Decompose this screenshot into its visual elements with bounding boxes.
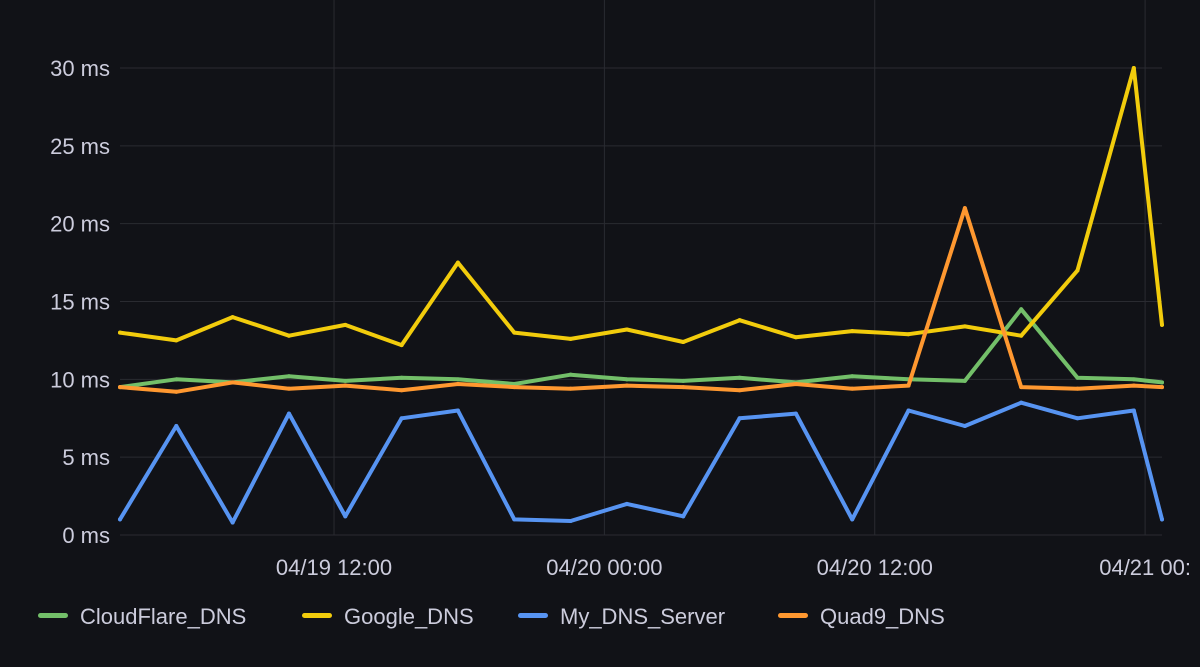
data-point — [286, 333, 291, 338]
data-point — [1075, 386, 1080, 391]
data-point — [512, 330, 517, 335]
data-point — [174, 389, 179, 394]
x-tick-label: 04/20 00:00 — [546, 555, 662, 580]
y-tick-label: 25 ms — [50, 134, 110, 159]
data-point — [1075, 416, 1080, 421]
data-point — [962, 206, 967, 211]
data-point — [118, 385, 122, 390]
data-point — [850, 374, 855, 379]
data-point — [681, 378, 686, 383]
data-point — [286, 374, 291, 379]
x-tick-label: 04/21 00: — [1099, 555, 1191, 580]
y-tick-label: 30 ms — [50, 56, 110, 81]
data-point — [568, 386, 573, 391]
data-point — [399, 416, 404, 421]
data-point — [1131, 66, 1136, 70]
legend-swatch — [518, 613, 548, 618]
legend-swatch — [302, 613, 332, 618]
data-point — [286, 386, 291, 391]
legend-label[interactable]: Google_DNS — [344, 604, 474, 629]
legend-swatch — [38, 613, 68, 618]
time-series-panel: 0 ms 5 ms 10 ms 15 ms 20 ms 25 ms 30 ms 04/19 … — [0, 0, 1200, 662]
dns-latency-chart: 0 ms 5 ms 10 ms 15 ms 20 ms 25 ms 30 ms 04/19 … — [0, 0, 1200, 662]
data-point — [568, 518, 573, 523]
data-point — [399, 388, 404, 393]
y-tick-label: 0 ms — [62, 523, 110, 548]
data-point — [343, 383, 348, 388]
y-tick-label: 15 ms — [50, 290, 110, 315]
data-point — [624, 377, 629, 382]
data-point — [1131, 408, 1136, 413]
data-point — [455, 377, 460, 382]
data-point — [681, 385, 686, 390]
data-point — [624, 501, 629, 506]
data-point — [230, 315, 235, 320]
data-point — [568, 372, 573, 377]
data-point — [118, 517, 122, 522]
data-point — [737, 318, 742, 323]
data-point — [681, 339, 686, 344]
data-point — [512, 517, 517, 522]
data-point — [118, 330, 122, 335]
data-point — [1019, 385, 1024, 390]
data-point — [1019, 333, 1024, 338]
data-point — [737, 375, 742, 380]
data-point — [455, 382, 460, 387]
data-point — [343, 378, 348, 383]
data-point — [962, 424, 967, 429]
data-point — [681, 514, 686, 519]
data-point — [1075, 375, 1080, 380]
data-point — [1075, 268, 1080, 273]
data-point — [286, 411, 291, 416]
data-point — [624, 383, 629, 388]
legend-label[interactable]: CloudFlare_DNS — [80, 604, 246, 629]
data-point — [1019, 400, 1024, 405]
x-tick-label: 04/20 12:00 — [817, 555, 933, 580]
legend-swatch — [778, 613, 808, 618]
data-point — [1160, 380, 1164, 385]
data-point — [1160, 385, 1164, 390]
data-point — [1131, 383, 1136, 388]
data-point — [1019, 307, 1024, 312]
data-point — [399, 343, 404, 348]
data-point — [850, 517, 855, 522]
data-point — [174, 377, 179, 382]
data-point — [1131, 377, 1136, 382]
x-tick-label: 04/19 12:00 — [276, 555, 392, 580]
data-point — [1160, 517, 1164, 522]
data-point — [343, 322, 348, 327]
legend-label[interactable]: Quad9_DNS — [820, 604, 945, 629]
data-point — [568, 336, 573, 341]
data-point — [174, 338, 179, 343]
data-point — [624, 327, 629, 332]
data-point — [962, 378, 967, 383]
data-point — [230, 380, 235, 385]
data-point — [850, 386, 855, 391]
data-point — [455, 260, 460, 265]
data-point — [737, 416, 742, 421]
data-point — [962, 324, 967, 329]
data-point — [1160, 322, 1164, 327]
data-point — [906, 408, 911, 413]
data-point — [455, 408, 460, 413]
data-point — [850, 329, 855, 334]
data-point — [793, 335, 798, 340]
data-point — [230, 520, 235, 525]
data-point — [174, 424, 179, 429]
data-point — [906, 332, 911, 337]
data-point — [793, 382, 798, 387]
legend-label[interactable]: My_DNS_Server — [560, 604, 725, 629]
y-tick-label: 20 ms — [50, 212, 110, 237]
data-point — [793, 411, 798, 416]
data-point — [512, 385, 517, 390]
y-tick-label: 5 ms — [62, 445, 110, 470]
y-tick-label: 10 ms — [50, 367, 110, 392]
data-point — [906, 383, 911, 388]
data-point — [399, 375, 404, 380]
data-point — [737, 388, 742, 393]
data-point — [343, 514, 348, 519]
